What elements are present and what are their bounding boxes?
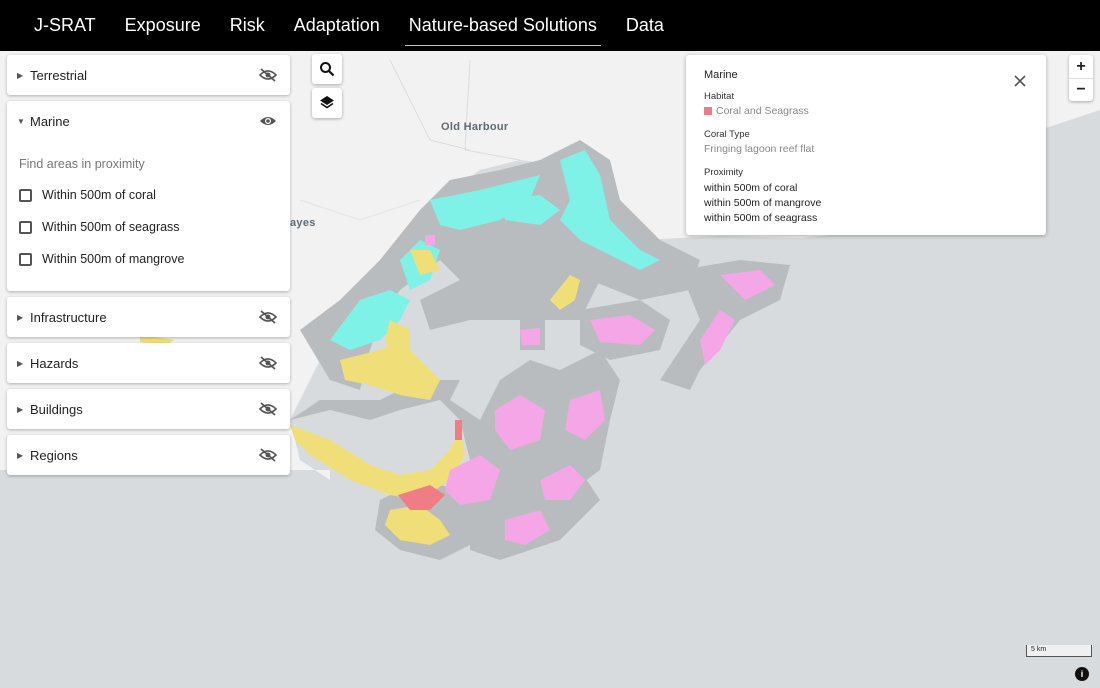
nav-data[interactable]: Data	[622, 11, 668, 40]
eye-off-icon[interactable]	[258, 399, 278, 419]
top-nav: J-SRAT Exposure Risk Adaptation Nature-b…	[0, 0, 1100, 51]
checkbox-mangrove[interactable]	[19, 252, 32, 266]
panel-title-regions: Regions	[30, 447, 78, 463]
layer-panel-regions: ▶ Regions	[7, 435, 290, 475]
place-label-old-harbour: Old Harbour	[441, 121, 509, 133]
layer-panel-infrastructure: ▶ Infrastructure	[7, 297, 290, 337]
nav-brand[interactable]: J-SRAT	[30, 11, 100, 40]
habitat-value: Coral and Seagrass	[716, 105, 809, 117]
habitat-label: Habitat	[704, 91, 735, 102]
scale-bar: 5 km	[1026, 645, 1092, 657]
proximity-subheading: Find areas in proximity	[19, 157, 145, 171]
zoom-out-button[interactable]: −	[1069, 78, 1093, 101]
layers-icon	[320, 96, 334, 109]
checkbox-row-seagrass[interactable]: Within 500m of seagrass	[19, 211, 278, 243]
eye-off-icon[interactable]	[258, 353, 278, 373]
layer-panel-hazards: ▶ Hazards	[7, 343, 290, 383]
layers-button[interactable]	[312, 88, 342, 118]
caret-right-icon: ▶	[17, 450, 24, 460]
proximity-item: within 500m of mangrove	[704, 197, 822, 209]
eye-icon[interactable]	[258, 111, 278, 131]
habitat-value-row: Coral and Seagrass	[704, 105, 1028, 117]
eye-off-icon[interactable]	[258, 65, 278, 85]
close-popup-button[interactable]	[1012, 73, 1028, 89]
caret-right-icon: ▶	[17, 358, 24, 368]
panel-header-infrastructure[interactable]: ▶ Infrastructure	[7, 297, 290, 337]
search-button[interactable]	[312, 54, 342, 84]
nav-exposure[interactable]: Exposure	[121, 11, 205, 40]
panel-title-terrestrial: Terrestrial	[30, 67, 88, 83]
nav-adaptation[interactable]: Adaptation	[290, 11, 384, 40]
eye-off-icon[interactable]	[258, 445, 278, 465]
zoom-control: + −	[1069, 55, 1093, 101]
nav-nature-based-solutions[interactable]: Nature-based Solutions	[404, 11, 602, 46]
panel-title-buildings: Buildings	[30, 401, 83, 417]
checkbox-row-mangrove[interactable]: Within 500m of mangrove	[19, 243, 278, 275]
checkbox-label-coral: Within 500m of coral	[42, 188, 156, 202]
checkbox-label-seagrass: Within 500m of seagrass	[42, 220, 180, 234]
nav-risk[interactable]: Risk	[226, 11, 269, 40]
proximity-item: within 500m of seagrass	[704, 212, 818, 224]
panel-title-infrastructure: Infrastructure	[30, 309, 107, 325]
feature-info-popup: Marine Habitat Coral and Seagrass Coral …	[686, 55, 1046, 235]
caret-right-icon: ▶	[17, 312, 24, 322]
marine-panel-body: Find areas in proximity Within 500m of c…	[7, 141, 290, 289]
coral-type-value: Fringing lagoon reef flat	[704, 143, 815, 155]
checkbox-seagrass[interactable]	[19, 220, 32, 234]
layer-panel-marine: ▼ Marine Find areas in proximity Within …	[7, 101, 290, 291]
habitat-swatch	[704, 107, 712, 115]
checkbox-coral[interactable]	[19, 188, 32, 202]
proximity-label: Proximity	[704, 167, 744, 178]
caret-right-icon: ▶	[17, 70, 24, 80]
panel-title-hazards: Hazards	[30, 355, 79, 371]
search-icon	[320, 62, 335, 77]
layer-panel-buildings: ▶ Buildings	[7, 389, 290, 429]
panel-header-buildings[interactable]: ▶ Buildings	[7, 389, 290, 429]
info-icon[interactable]: i	[1075, 667, 1089, 681]
panel-header-hazards[interactable]: ▶ Hazards	[7, 343, 290, 383]
zoom-in-button[interactable]: +	[1069, 55, 1093, 78]
panel-header-terrestrial[interactable]: ▶ Terrestrial	[7, 55, 290, 95]
checkbox-label-mangrove: Within 500m of mangrove	[42, 252, 185, 266]
caret-down-icon: ▼	[17, 116, 25, 126]
panel-header-marine[interactable]: ▼ Marine	[7, 101, 290, 141]
checkbox-row-coral[interactable]: Within 500m of coral	[19, 179, 278, 211]
popup-title: Marine	[704, 69, 738, 81]
panel-header-regions[interactable]: ▶ Regions	[7, 435, 290, 475]
coral-type-label: Coral Type	[704, 129, 750, 140]
panel-title-marine: Marine	[30, 113, 70, 129]
eye-off-icon[interactable]	[258, 307, 278, 327]
caret-right-icon: ▶	[17, 404, 24, 414]
close-icon	[1014, 75, 1026, 87]
place-label-hayes: ayes	[290, 217, 316, 229]
layer-panel-terrestrial: ▶ Terrestrial	[7, 55, 290, 95]
proximity-item: within 500m of coral	[704, 182, 798, 194]
